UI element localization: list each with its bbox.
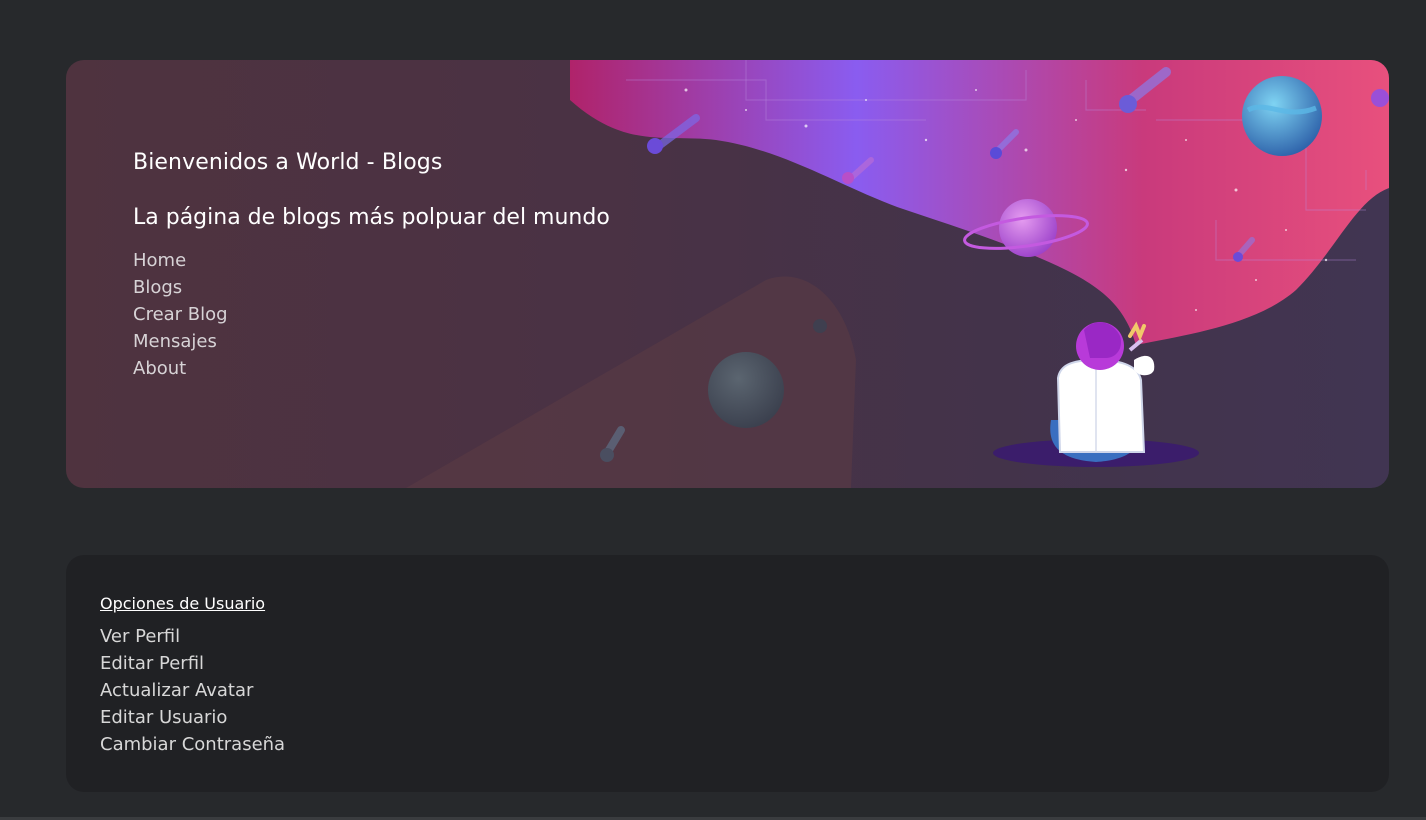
user-options-panel: Opciones de Usuario Ver Perfil Editar Pe… — [66, 555, 1389, 792]
hero-text: Bienvenidos a World - Blogs La página de… — [133, 148, 610, 382]
option-ver-perfil[interactable]: Ver Perfil — [100, 623, 285, 650]
user-options-list: Ver Perfil Editar Perfil Actualizar Avat… — [100, 623, 285, 758]
nav-link-mensajes[interactable]: Mensajes — [133, 328, 610, 355]
nav-link-about[interactable]: About — [133, 355, 610, 382]
option-actualizar-avatar[interactable]: Actualizar Avatar — [100, 677, 285, 704]
page: Bienvenidos a World - Blogs La página de… — [0, 0, 1426, 820]
user-options-heading: Opciones de Usuario — [100, 594, 266, 613]
hero-banner: Bienvenidos a World - Blogs La página de… — [66, 60, 1389, 488]
nav-link-home[interactable]: Home — [133, 247, 610, 274]
option-editar-usuario[interactable]: Editar Usuario — [100, 704, 285, 731]
option-cambiar-contrasena[interactable]: Cambiar Contraseña — [100, 731, 285, 758]
nav-link-blogs[interactable]: Blogs — [133, 274, 610, 301]
option-editar-perfil[interactable]: Editar Perfil — [100, 650, 285, 677]
page-title: Bienvenidos a World - Blogs — [133, 150, 443, 175]
page-subtitle: La página de blogs más polpuar del mundo — [133, 205, 610, 230]
nav-link-crear-blog[interactable]: Crear Blog — [133, 301, 610, 328]
main-nav: Home Blogs Crear Blog Mensajes About — [133, 247, 610, 382]
